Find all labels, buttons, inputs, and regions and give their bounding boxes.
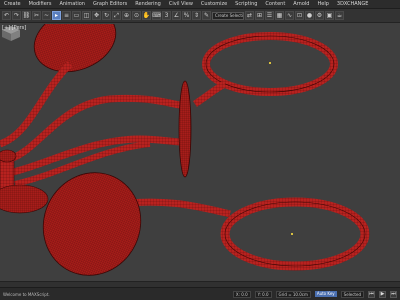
render-frame-icon[interactable]: ▣ (325, 11, 334, 20)
menu-bar: Create Modifiers Animation Graph Editors… (0, 0, 400, 9)
bottom-right-ring-center-marker (291, 233, 293, 235)
keyboard-shortcut-icon[interactable]: ⌨ (152, 11, 161, 20)
rect-selection-icon[interactable]: ▭ (72, 11, 81, 20)
viewport-label[interactable]: [+] [Pers] (2, 25, 26, 31)
select-object-icon[interactable]: ▸ (52, 11, 61, 20)
schematic-view-icon[interactable]: ⊡ (295, 11, 304, 20)
maxscript-listener-text[interactable]: Welcome to MAXScript. (3, 292, 50, 297)
mirror-icon[interactable]: ⇄ (245, 11, 254, 20)
status-bar: Welcome to MAXScript. X: 0.0 Y: 0.0 Grid… (0, 287, 400, 300)
menu-create[interactable]: Create (0, 0, 25, 8)
selection-set-dropdown[interactable]: Create Selection Se (212, 11, 244, 20)
spinner-snap-icon[interactable]: ⇕ (192, 11, 201, 20)
base-plate (0, 184, 49, 214)
main-toolbar: ↶ ↷ ⛓ ✂ ~ ▸ ≡ ▭ ◫ ✥ ↻ ⤢ ⊕ ⊙ ✋ ⌨ 3 ∠ % ⇕ … (0, 9, 400, 23)
unlink-icon[interactable]: ✂ (32, 11, 41, 20)
window-crossing-icon[interactable]: ◫ (82, 11, 91, 20)
auto-key-button[interactable]: Auto Key (314, 291, 337, 297)
menu-modifiers[interactable]: Modifiers (25, 0, 56, 8)
curve-editor-icon[interactable]: ∿ (285, 11, 294, 20)
percent-snap-icon[interactable]: % (182, 11, 191, 20)
key-filter-dropdown[interactable]: Selected (340, 290, 364, 298)
select-manipulate-icon[interactable]: ✋ (142, 11, 151, 20)
grid-readout: Grid = 10.0cm (275, 290, 311, 298)
menu-animation[interactable]: Animation (55, 0, 89, 8)
menu-help[interactable]: Help (313, 0, 332, 8)
undo-icon[interactable]: ↶ (2, 11, 11, 20)
play-icon[interactable]: ▶ (379, 290, 386, 298)
top-left-disc (33, 24, 117, 73)
menu-civil-view[interactable]: Civil View (165, 0, 197, 8)
graphite-toolbar-icon[interactable]: ▦ (275, 11, 284, 20)
placement-icon[interactable]: ⊕ (122, 11, 131, 20)
edit-named-sets-icon[interactable]: ✎ (202, 11, 211, 20)
render-setup-icon[interactable]: ⚙ (315, 11, 324, 20)
scale-icon[interactable]: ⤢ (112, 11, 121, 20)
move-icon[interactable]: ✥ (92, 11, 101, 20)
menu-rendering[interactable]: Rendering (131, 0, 165, 8)
menu-content[interactable]: Content (261, 0, 289, 8)
bind-space-warp-icon[interactable]: ~ (42, 11, 51, 20)
select-by-name-icon[interactable]: ≡ (62, 11, 71, 20)
coord-y-field[interactable]: Y: 0.0 (254, 290, 272, 298)
go-to-end-icon[interactable]: ⏭ (390, 290, 397, 298)
center-standing-disc (178, 80, 192, 178)
redo-icon[interactable]: ↷ (12, 11, 21, 20)
material-editor-icon[interactable]: ● (305, 11, 314, 20)
go-to-start-icon[interactable]: ⏮ (368, 290, 375, 298)
layer-explorer-icon[interactable]: ☰ (265, 11, 274, 20)
base-cylinder-top (0, 149, 17, 163)
menu-scripting[interactable]: Scripting (231, 0, 261, 8)
align-icon[interactable]: ⊞ (255, 11, 264, 20)
link-icon[interactable]: ⛓ (22, 11, 31, 20)
perspective-viewport[interactable] (0, 24, 400, 287)
pivot-icon[interactable]: ⊙ (132, 11, 141, 20)
tube-to-ring (193, 80, 227, 107)
coord-x-field[interactable]: X: 0.0 (232, 290, 251, 298)
top-right-ring-center-marker (269, 62, 271, 64)
bottom-right-ring-outer (220, 197, 370, 271)
rotate-icon[interactable]: ↻ (102, 11, 111, 20)
tube-upper-left (0, 61, 73, 148)
menu-arnold[interactable]: Arnold (289, 0, 313, 8)
menu-3dxchange[interactable]: 3DXCHANGE (333, 0, 373, 8)
menu-customize[interactable]: Customize (197, 0, 231, 8)
viewport-scene (0, 24, 370, 276)
menu-graph-editors[interactable]: Graph Editors (89, 0, 131, 8)
angle-snap-icon[interactable]: ∠ (172, 11, 181, 20)
render-production-icon[interactable]: ☕ (335, 11, 344, 20)
snaps-toggle-icon[interactable]: 3 (162, 11, 171, 20)
